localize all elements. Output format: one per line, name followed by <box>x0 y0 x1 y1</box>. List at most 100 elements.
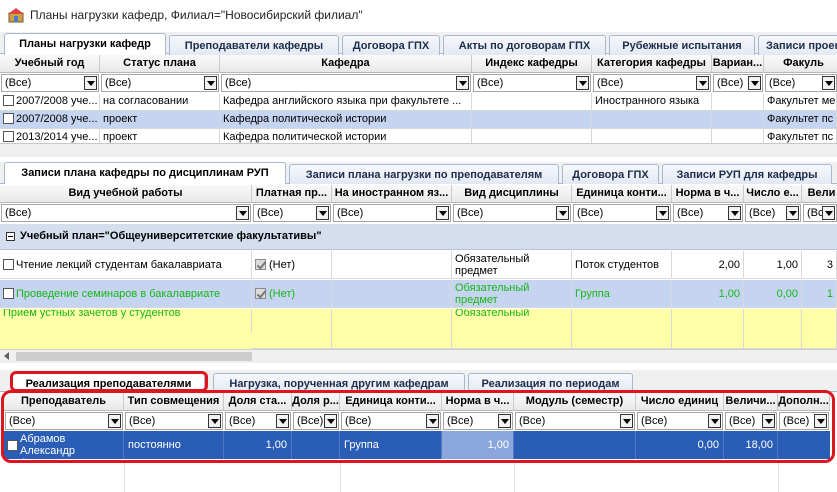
col-header-unit[interactable]: Единица конти... <box>572 185 672 203</box>
row-checkbox[interactable] <box>3 259 14 270</box>
row-checkbox[interactable] <box>3 95 14 106</box>
col-header-faculty[interactable]: Факуль <box>764 55 837 73</box>
group-row[interactable]: Учебный план="Общеуниверситетские факуль… <box>0 224 837 250</box>
row-checkbox[interactable] <box>3 113 14 124</box>
col-header-year[interactable]: Учебный год <box>0 55 100 73</box>
filter-work-type[interactable]: (Все) <box>1 204 251 222</box>
col-header-status[interactable]: Статус плана <box>100 55 220 73</box>
dropdown-arrow-icon[interactable] <box>822 76 835 90</box>
filter-status[interactable]: (Все) <box>101 74 219 92</box>
tab-plan-records-rup[interactable]: Записи плана кафедры по дисциплинам РУП <box>4 162 286 184</box>
cell-count: 1,00 <box>744 251 802 279</box>
cell-dept-category: Иностранного языка <box>592 93 712 111</box>
table-row[interactable]: 2013/2014 уче... проект Кафедра политиче… <box>0 129 837 143</box>
col-header-dept-index[interactable]: Индекс кафедры <box>472 55 592 73</box>
col-header-work-type[interactable]: Вид учебной работы <box>0 185 252 203</box>
app-icon <box>8 8 24 23</box>
cell-unit <box>572 309 672 349</box>
collapse-icon[interactable] <box>6 232 15 241</box>
dropdown-arrow-icon[interactable] <box>236 206 249 220</box>
scrollbar-thumb[interactable] <box>16 352 252 361</box>
filter-foreign-lang[interactable]: (Все) <box>333 204 451 222</box>
table-row[interactable]: Прием устных зачетов у студентов Обязате… <box>0 309 837 349</box>
filter-faculty[interactable]: (Все) <box>765 74 837 92</box>
dropdown-arrow-icon[interactable] <box>436 206 449 220</box>
filter-unit[interactable]: (Все) <box>573 204 671 222</box>
cell-paid <box>252 309 332 349</box>
filter-paid[interactable]: (Все) <box>253 204 331 222</box>
table-row[interactable]: 2007/2008 уче... проект Кафедра политиче… <box>0 111 837 129</box>
annotation-grid-highlight <box>1 390 835 463</box>
dropdown-arrow-icon[interactable] <box>316 206 329 220</box>
cell-work-type: Прием устных зачетов у студентов <box>3 309 181 319</box>
row-checkbox[interactable] <box>3 288 14 299</box>
filter-dept-index[interactable]: (Все) <box>473 74 591 92</box>
col-header-dept-category[interactable]: Категория кафедры <box>592 55 712 73</box>
filter-faculty-value: (Все) <box>769 77 796 89</box>
cell-work-type: Проведение семинаров в бакалавриате <box>16 288 221 300</box>
cell-faculty: Факультет пс <box>764 129 837 143</box>
tab-dept-plans[interactable]: Планы нагрузки кафедр <box>4 33 166 55</box>
tab-project-records[interactable]: Записи проек <box>758 35 837 55</box>
paid-checkbox[interactable] <box>255 259 266 270</box>
dropdown-arrow-icon[interactable] <box>748 76 761 90</box>
filter-variant[interactable]: (Все) <box>713 74 763 92</box>
dropdown-arrow-icon[interactable] <box>656 206 669 220</box>
table-row[interactable]: 2007/2008 уче... на согласовании Кафедра… <box>0 93 837 111</box>
filter-value[interactable]: (Все) <box>803 204 837 222</box>
filter-department[interactable]: (Все) <box>221 74 471 92</box>
tab-gph-acts[interactable]: Акты по договорам ГПХ <box>443 35 606 55</box>
filter-paid-value: (Все) <box>257 207 284 219</box>
col-header-norm[interactable]: Норма в ч... <box>672 185 744 203</box>
dropdown-arrow-icon[interactable] <box>556 206 569 220</box>
dropdown-arrow-icon[interactable] <box>822 206 835 220</box>
empty-grid-area <box>0 460 837 492</box>
cell-year: 2007/2008 уче... <box>16 113 98 125</box>
dropdown-arrow-icon[interactable] <box>204 76 217 90</box>
cell-norm: 1,00 <box>672 280 744 308</box>
filter-dept-category[interactable]: (Все) <box>593 74 711 92</box>
filter-work-type-value: (Все) <box>5 207 32 219</box>
tab-milestone-tests[interactable]: Рубежные испытания <box>609 35 755 55</box>
col-header-variant[interactable]: Вариан... <box>712 55 764 73</box>
cell-unit: Поток студентов <box>572 251 672 279</box>
cell-unit: Группа <box>572 280 672 308</box>
filter-count[interactable]: (Все) <box>745 204 801 222</box>
cell-count <box>744 309 802 349</box>
col-header-discipline-type[interactable]: Вид дисциплины <box>452 185 572 203</box>
col-header-count[interactable]: Число е... <box>744 185 802 203</box>
table-row[interactable]: Проведение семинаров в бакалавриате (Нет… <box>0 280 837 308</box>
cell-foreign-lang <box>332 309 452 349</box>
tab-gph-contracts[interactable]: Договора ГПХ <box>342 35 440 55</box>
dropdown-arrow-icon[interactable] <box>84 76 97 90</box>
row-checkbox[interactable] <box>3 131 14 142</box>
tab-plan-records-teachers[interactable]: Записи плана нагрузки по преподавателям <box>289 164 559 184</box>
col-header-paid[interactable]: Платная пр... <box>252 185 332 203</box>
tab-mid-gph-contracts[interactable]: Договора ГПХ <box>562 164 659 184</box>
scroll-left-icon[interactable] <box>4 352 9 360</box>
filter-year[interactable]: (Все) <box>1 74 99 92</box>
dropdown-arrow-icon[interactable] <box>456 76 469 90</box>
dropdown-arrow-icon[interactable] <box>576 76 589 90</box>
table-row[interactable]: Чтение лекций студентам бакалавриата (Не… <box>0 251 837 279</box>
cell-value <box>802 309 837 349</box>
dropdown-arrow-icon[interactable] <box>786 206 799 220</box>
col-header-foreign-lang[interactable]: На иностранном яз... <box>332 185 452 203</box>
dropdown-arrow-icon[interactable] <box>728 206 741 220</box>
paid-checkbox[interactable] <box>255 288 266 299</box>
dropdown-arrow-icon[interactable] <box>696 76 709 90</box>
cell-norm <box>672 309 744 349</box>
col-header-department[interactable]: Кафедра <box>220 55 472 73</box>
cell-foreign-lang <box>332 251 452 279</box>
tab-rup-records[interactable]: Записи РУП для кафедры <box>662 164 832 184</box>
col-header-value[interactable]: Вели <box>802 185 837 203</box>
cell-variant <box>712 129 764 143</box>
filter-norm[interactable]: (Все) <box>673 204 743 222</box>
filter-status-value: (Все) <box>105 77 132 89</box>
horizontal-scrollbar[interactable] <box>0 349 837 363</box>
cell-value: 3 <box>802 251 837 279</box>
filter-discipline-type[interactable]: (Все) <box>453 204 571 222</box>
cell-paid: (Нет) <box>269 288 296 300</box>
splitter[interactable] <box>0 143 837 157</box>
tab-dept-teachers[interactable]: Преподаватели кафедры <box>169 35 339 55</box>
